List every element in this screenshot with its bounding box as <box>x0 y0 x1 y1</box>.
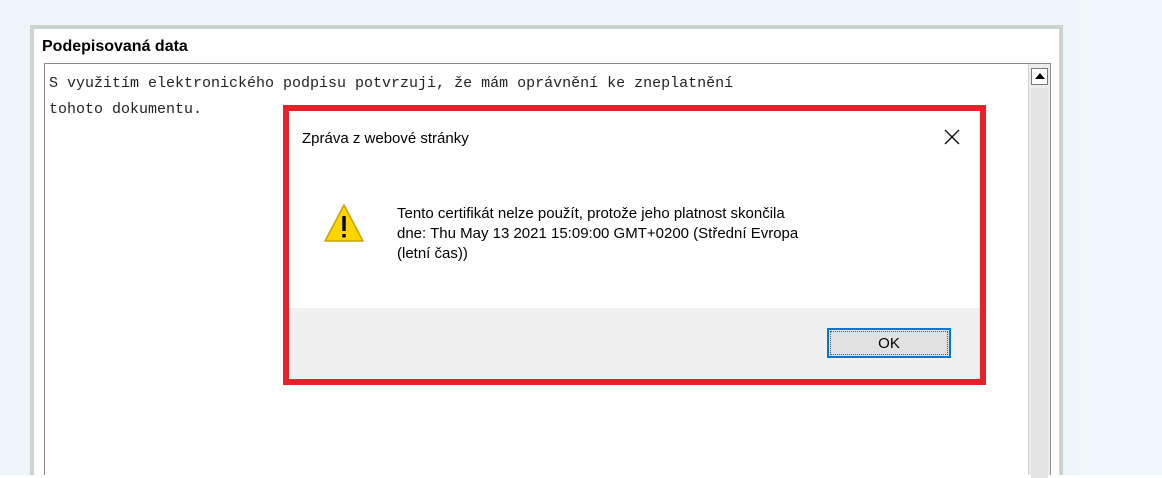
message-line: dne: Thu May 13 2021 15:09:00 GMT+0200 (… <box>397 225 799 242</box>
scroll-up-button[interactable] <box>1031 68 1048 85</box>
dialog-message: Tento certifikát nelze použít, protože j… <box>397 204 957 264</box>
message-line: (letní čas)) <box>397 245 468 262</box>
dialog-title: Zpráva z webové stránky <box>302 130 469 147</box>
message-dialog: Zpráva z webové stránky Tento certifikát… <box>289 111 980 379</box>
message-line: Tento certifikát nelze použít, protože j… <box>397 205 785 222</box>
scroll-track[interactable] <box>1031 88 1048 478</box>
warning-icon <box>324 204 364 242</box>
page-side-background <box>1080 0 1162 475</box>
section-title: Podepisovaná data <box>42 38 188 55</box>
truncated-header <box>530 14 730 20</box>
dialog-footer: OK <box>289 308 980 379</box>
ok-button[interactable]: OK <box>827 328 951 358</box>
vertical-scrollbar[interactable] <box>1028 64 1050 478</box>
close-icon <box>944 129 960 145</box>
close-button[interactable] <box>937 122 967 152</box>
